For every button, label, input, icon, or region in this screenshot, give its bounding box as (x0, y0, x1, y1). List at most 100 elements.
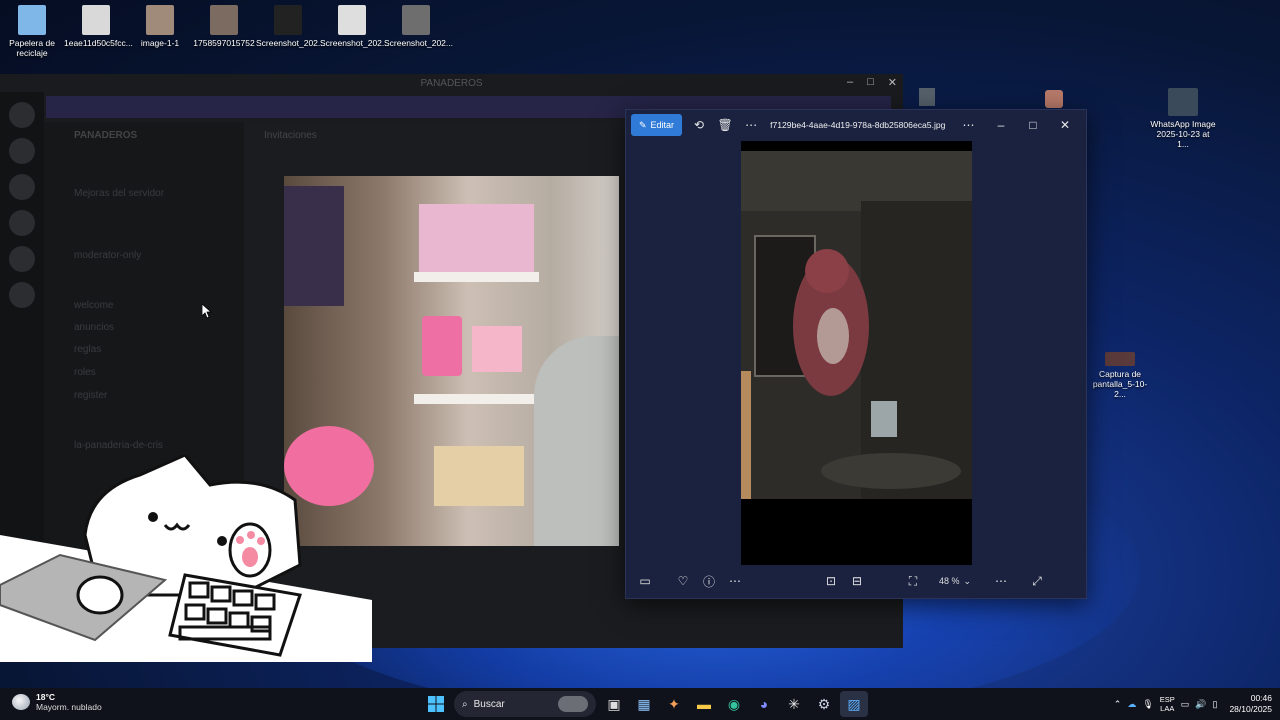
channel-item[interactable]: moderator-only (44, 250, 171, 261)
desktop-icon-label: Captura de pantalla_5-10-2... (1092, 369, 1148, 399)
server-name[interactable]: PANADEROS (44, 130, 167, 141)
desktop-icon[interactable]: image-1-1 (128, 5, 192, 48)
desktop-icon[interactable]: Papelera de reciclaje (0, 5, 64, 58)
image-thumbnail-icon (402, 5, 430, 35)
close-icon[interactable]: ✕ (1049, 114, 1081, 136)
photos-app-icon[interactable]: ▨ (840, 691, 868, 717)
photos-viewer-window[interactable]: ✎ Editar ⟲ 🗑 ⋯ f7129be4-4aae-4d19-978a-8… (625, 109, 1087, 599)
task-view-icon[interactable]: ▣ (600, 691, 628, 717)
delete-icon[interactable]: 🗑 (712, 114, 738, 136)
visual-search-icon[interactable]: ⊡ (818, 570, 844, 592)
image-thumbnail-icon (146, 5, 174, 35)
file-explorer-icon[interactable]: ▬ (690, 691, 718, 717)
cloudy-weather-icon (12, 694, 30, 710)
server-icon[interactable] (9, 174, 35, 200)
photo-object (414, 394, 539, 404)
desktop-thumbnail[interactable] (1045, 90, 1063, 108)
text-detect-icon[interactable]: ⊟ (844, 570, 870, 592)
recycle-bin-icon (18, 5, 46, 35)
favorite-icon[interactable]: ♡ (670, 570, 696, 592)
rotate-icon[interactable]: ⟲ (686, 114, 712, 136)
microphone-icon[interactable]: 🎙 (1142, 699, 1153, 710)
system-tray: ⌃ ☁ 🎙 ESP LAA ▭ 🔊 ▯ 00:46 28/10/2025 (1114, 688, 1272, 720)
channel-item[interactable]: Mejoras del servidor (44, 188, 194, 199)
desktop-icon-label: Papelera de reciclaje (9, 38, 55, 58)
zoom-dropdown[interactable]: 48 % ⌄ (926, 576, 984, 587)
copilot-icon[interactable]: ✦ (660, 691, 688, 717)
weather-widget[interactable]: 18°C Mayorm. nublado (12, 692, 102, 712)
channel-item[interactable]: la-panaderia-de-cris (44, 440, 193, 451)
viewer-bottom-bar: ▭ ♡ ⓘ ⋯ ⊡ ⊟ ⛶ 48 % ⌄ ⋯ ⤢ (626, 564, 1086, 598)
search-box[interactable]: ⌕ Buscar (454, 691, 596, 717)
desktop-icon[interactable]: Screenshot_202... (384, 5, 453, 48)
more-options-icon[interactable]: ⋯ (738, 114, 764, 136)
channel-item[interactable]: reglas (44, 344, 131, 355)
desktop-icon-whatsapp-image[interactable]: WhatsApp Image 2025-10-23 at 1... (1150, 88, 1216, 149)
fit-to-window-icon[interactable]: ⛶ (900, 570, 926, 592)
network-icon[interactable]: ▭ (1181, 699, 1190, 710)
desktop-icon-captura[interactable]: Captura de pantalla_5-10-2... (1088, 352, 1152, 399)
filmstrip-icon[interactable]: ▭ (632, 570, 658, 592)
viewer-toolbar: ✎ Editar ⟲ 🗑 ⋯ f7129be4-4aae-4d19-978a-8… (626, 110, 1086, 140)
search-label: Buscar (473, 698, 505, 710)
mouse-cursor-icon (202, 304, 212, 319)
photo-object (534, 336, 619, 546)
desktop-icon[interactable]: 1758597015752 (192, 5, 256, 48)
maximize-icon[interactable]: □ (867, 76, 874, 89)
time: 00:46 (1250, 693, 1272, 703)
temperature: 18°C (36, 692, 55, 702)
more-options-icon[interactable]: ⋯ (722, 570, 748, 592)
language-indicator[interactable]: ESP LAA (1160, 695, 1175, 713)
server-icon[interactable] (9, 210, 35, 236)
battery-icon[interactable]: ▯ (1213, 699, 1218, 710)
image-thumbnail-icon (1168, 88, 1198, 116)
image-thumbnail-icon (210, 5, 238, 35)
full-screen-icon[interactable]: ⤢ (1024, 570, 1050, 592)
volume-icon[interactable]: 🔊 (1195, 699, 1206, 710)
close-icon[interactable]: ✕ (888, 76, 897, 89)
server-icon[interactable] (9, 102, 35, 128)
desktop-icon-label: 1eae11d50c5fcc... (64, 38, 133, 48)
more-options-icon[interactable]: ⋯ (988, 570, 1014, 592)
desktop-icon[interactable]: 1eae11d50c5fcc... (64, 5, 133, 48)
desktop-thumbnail[interactable] (919, 88, 935, 106)
settings-gear-icon[interactable]: ⚙ (810, 691, 838, 717)
minimize-icon[interactable]: – (985, 114, 1017, 136)
chatgpt-icon[interactable]: ✳ (780, 691, 808, 717)
channel-item[interactable]: roles (44, 367, 126, 378)
channel-item[interactable]: welcome (44, 300, 143, 311)
window-title: PANADEROS (420, 77, 483, 89)
server-icon[interactable] (9, 138, 35, 164)
viewer-image[interactable] (741, 141, 972, 565)
minimize-icon[interactable]: – (847, 76, 853, 89)
language-code: ESP (1159, 695, 1175, 704)
channel-item[interactable]: anuncios (44, 322, 144, 333)
chevron-up-icon[interactable]: ⌃ (1114, 699, 1122, 710)
photo-object (284, 186, 344, 306)
onedrive-icon[interactable]: ☁ (1127, 699, 1136, 710)
discord-icon[interactable]: ◕ (750, 691, 778, 717)
maximize-icon[interactable]: □ (1017, 114, 1049, 136)
store-icon[interactable]: ▦ (630, 691, 658, 717)
edit-button[interactable]: ✎ Editar (631, 114, 683, 136)
taskbar: 18°C Mayorm. nublado ⌕ Buscar ▣ ▦ ✦ ▬ ◉ … (0, 688, 1280, 720)
more-options-icon[interactable]: ⋯ (955, 114, 981, 136)
edit-label: Editar (650, 120, 675, 130)
date: 28/10/2025 (1229, 704, 1272, 714)
clock[interactable]: 00:46 28/10/2025 (1229, 693, 1272, 715)
channel-item[interactable]: register (44, 390, 137, 401)
server-icon[interactable] (9, 282, 35, 308)
edge-icon[interactable]: ◉ (720, 691, 748, 717)
desktop-icon[interactable]: Screenshot_202... (320, 5, 389, 48)
info-icon[interactable]: ⓘ (696, 570, 722, 592)
desktop-icon[interactable]: Screenshot_202... (256, 5, 325, 48)
weather-description: Mayorm. nublado (36, 702, 102, 712)
photo-object (434, 446, 524, 506)
search-highlight-icon (558, 696, 588, 712)
desktop-icon-label: 1758597015752 (193, 38, 255, 48)
start-button[interactable] (422, 691, 450, 717)
photo-object (414, 272, 539, 282)
keyboard-layout: LAA (1160, 704, 1175, 713)
server-icon[interactable] (9, 246, 35, 272)
desktop-icon-label: WhatsApp Image 2025-10-23 at 1... (1150, 119, 1216, 149)
